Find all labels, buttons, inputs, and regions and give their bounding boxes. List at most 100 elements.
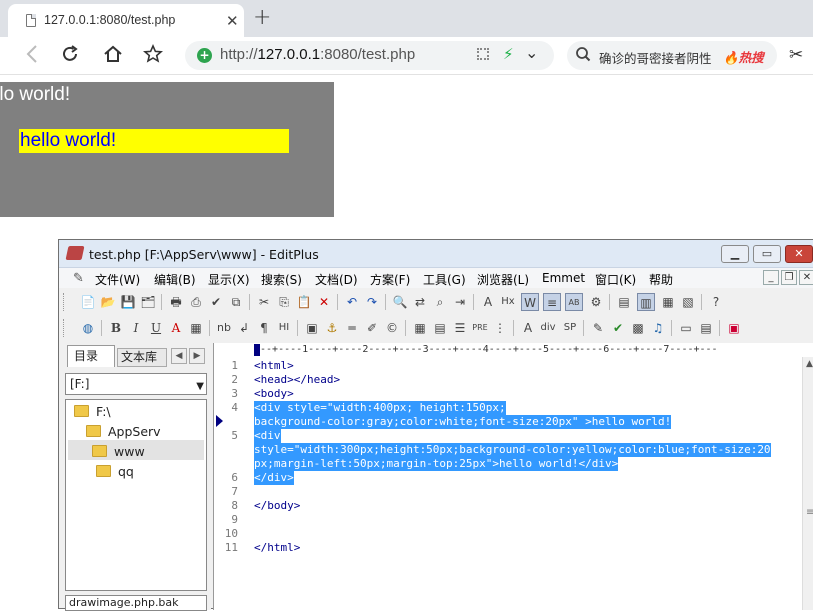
edit-icon[interactable]: ✎ — [589, 319, 607, 337]
italic-icon[interactable]: I — [127, 319, 145, 337]
color-picker-icon[interactable]: ▣ — [725, 319, 743, 337]
qr-icon[interactable] — [477, 48, 489, 60]
copy-icon[interactable]: ⎘ — [275, 293, 293, 311]
bold-icon[interactable]: B — [107, 319, 125, 337]
output-window-icon[interactable]: ▦ — [659, 293, 677, 311]
menu-view[interactable]: 显示(X) — [208, 271, 250, 288]
save-icon[interactable]: 💾 — [119, 293, 137, 311]
open-folder-icon[interactable]: 📂 — [99, 293, 117, 311]
maximize-icon[interactable]: ▭ — [753, 245, 781, 263]
cut-icon[interactable]: ✂ — [255, 293, 273, 311]
minimize-icon[interactable]: ▁ — [721, 245, 749, 263]
chevron-left-icon[interactable]: ◀ — [171, 348, 187, 364]
star-icon[interactable] — [143, 44, 163, 69]
editplus-titlebar[interactable]: test.php [F:\AppServ\www] - EditPlus ▁ ▭… — [59, 240, 813, 268]
cliptext-icon[interactable]: ▤ — [615, 293, 633, 311]
save-all-icon[interactable]: 🗂 — [139, 293, 157, 311]
print-icon[interactable]: ⎙ — [187, 293, 205, 311]
heading-icon[interactable]: HI — [275, 319, 293, 337]
nbsp-icon[interactable]: nb — [215, 319, 233, 337]
line-break-icon[interactable]: ↲ — [235, 319, 253, 337]
tab-cliptext[interactable]: 文本库 — [117, 348, 167, 367]
preformatted-icon[interactable]: PRE — [471, 319, 489, 337]
find-in-files-icon[interactable]: ⌕ — [431, 293, 449, 311]
search-box[interactable]: 确诊的哥密接者阴性 🔥热搜 — [567, 41, 777, 70]
menu-file[interactable]: 文件(W) — [95, 271, 140, 288]
browser-preview-icon[interactable]: ⧉ — [227, 293, 245, 311]
underline-icon[interactable]: U — [147, 319, 165, 337]
browser-tab[interactable]: 127.0.0.1:8080/test.php ✕ — [8, 4, 244, 37]
video-icon[interactable]: ▩ — [629, 319, 647, 337]
home-icon[interactable] — [103, 44, 123, 69]
validate-icon[interactable]: ✔ — [609, 319, 627, 337]
undo-icon[interactable]: ↶ — [343, 293, 361, 311]
paragraph-icon[interactable]: ¶ — [255, 319, 273, 337]
drive-select[interactable]: [F:] ▼ — [65, 373, 207, 395]
menu-window[interactable]: 窗口(K) — [595, 271, 636, 288]
delete-icon[interactable]: ✕ — [315, 293, 333, 311]
list-box-icon[interactable]: ▤ — [697, 319, 715, 337]
table-icon[interactable]: ▦ — [411, 319, 429, 337]
bolt-icon[interactable]: ⚡ — [503, 45, 514, 63]
menu-help[interactable]: 帮助 — [649, 271, 673, 288]
tab-directory[interactable]: 目录 — [67, 345, 115, 367]
vertical-scrollbar[interactable]: ▲ ≡ — [802, 357, 813, 610]
font-tag-icon[interactable]: A — [519, 319, 537, 337]
form-icon[interactable]: ▤ — [431, 319, 449, 337]
goto-line-icon[interactable]: ⇥ — [451, 293, 469, 311]
redo-icon[interactable]: ↷ — [363, 293, 381, 311]
find-icon[interactable]: 🔍 — [391, 293, 409, 311]
settings-gear-icon[interactable]: ⚙ — [587, 293, 605, 311]
address-bar[interactable]: + http://127.0.0.1:8080/test.php ⚡ ⌄ — [185, 41, 554, 70]
horizontal-rule-icon[interactable]: ═ — [343, 319, 361, 337]
menu-search[interactable]: 搜索(S) — [261, 271, 302, 288]
scissors-icon[interactable]: ✂ — [789, 45, 803, 65]
menu-document[interactable]: 文档(D) — [315, 271, 358, 288]
mdi-restore-icon[interactable]: ❐ — [781, 270, 797, 285]
hex-icon[interactable]: Hx — [499, 293, 517, 311]
highlight-icon[interactable]: ✐ — [363, 319, 381, 337]
menu-edit[interactable]: 编辑(B) — [154, 271, 196, 288]
tab-close-icon[interactable]: ✕ — [226, 12, 239, 30]
span-icon[interactable]: SP — [561, 319, 579, 337]
word-wrap-icon[interactable]: W — [521, 293, 539, 311]
new-tab-button[interactable]: + — [253, 5, 271, 30]
scroll-grip-icon[interactable]: ≡ — [806, 507, 813, 518]
help-icon[interactable]: ? — [707, 293, 725, 311]
mdi-close-icon[interactable]: ✕ — [799, 270, 813, 285]
font-icon[interactable]: A — [479, 293, 497, 311]
paste-icon[interactable]: 📋 — [295, 293, 313, 311]
center-align-icon[interactable]: ☰ — [451, 319, 469, 337]
menu-emmet[interactable]: Emmet — [542, 271, 585, 285]
menu-project[interactable]: 方案(F) — [370, 271, 410, 288]
audio-icon[interactable]: ♫ — [649, 319, 667, 337]
list-icon[interactable]: ⋮ — [491, 319, 509, 337]
split-window-icon[interactable]: ▧ — [679, 293, 697, 311]
anchor-icon[interactable]: ⚓ — [323, 319, 341, 337]
code-editor[interactable]: ---+----1----+----2----+----3----+----4-… — [213, 343, 813, 610]
image-icon[interactable]: ▣ — [303, 319, 321, 337]
menu-tools[interactable]: 工具(G) — [423, 271, 466, 288]
chevron-down-icon[interactable]: ⌄ — [525, 43, 538, 62]
font-color-icon[interactable]: A — [167, 319, 185, 337]
frame-icon[interactable]: ▭ — [677, 319, 695, 337]
close-icon[interactable]: ✕ — [785, 245, 813, 263]
file-filter-combo[interactable]: drawimage.php.bak — [65, 595, 207, 611]
copyright-icon[interactable]: © — [383, 319, 401, 337]
chevron-right-icon[interactable]: ▶ — [189, 348, 205, 364]
new-file-icon[interactable]: 📄 — [79, 293, 97, 311]
scroll-up-icon[interactable]: ▲ — [806, 359, 813, 369]
print-preview-icon[interactable]: 🖶 — [167, 293, 185, 311]
spell-check-icon[interactable]: ✔ — [207, 293, 225, 311]
globe-icon[interactable]: ◍ — [79, 319, 97, 337]
abcd-icon[interactable]: AB — [565, 293, 583, 311]
replace-icon[interactable]: ⇄ — [411, 293, 429, 311]
menu-browser[interactable]: 浏览器(L) — [477, 271, 529, 288]
color-palette-icon[interactable]: ▦ — [187, 319, 205, 337]
reload-icon[interactable] — [60, 44, 80, 69]
back-icon[interactable] — [26, 44, 38, 69]
div-icon[interactable]: div — [539, 319, 557, 337]
mdi-minimize-icon[interactable]: _ — [763, 270, 779, 285]
ruler-icon[interactable]: ≡ — [543, 293, 561, 311]
directory-toggle-icon[interactable]: ▥ — [637, 293, 655, 311]
